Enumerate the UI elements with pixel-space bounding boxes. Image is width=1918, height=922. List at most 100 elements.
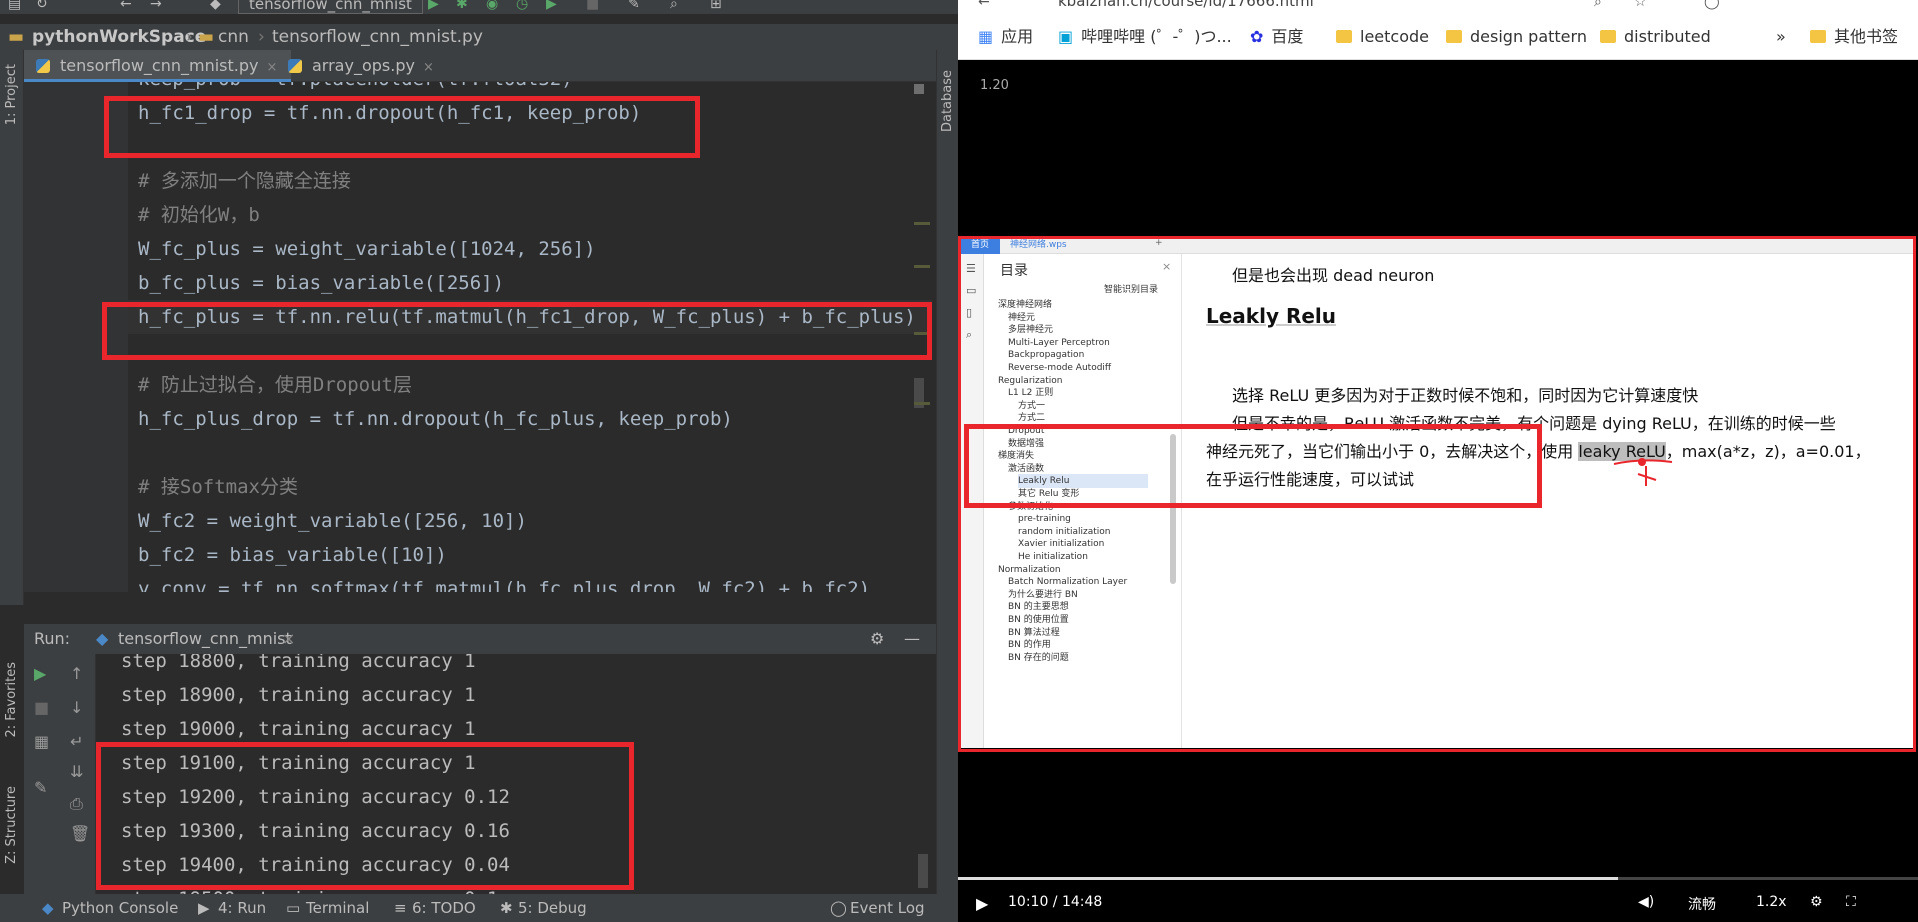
favorites-tool-button[interactable]: 2: Favorites bbox=[4, 662, 19, 738]
highlight-box bbox=[102, 302, 932, 360]
highlight-box bbox=[104, 96, 700, 158]
concurrency-icon[interactable]: ▶ bbox=[546, 0, 557, 12]
scroll-up-icon[interactable]: ↑ bbox=[70, 664, 83, 683]
star-icon[interactable]: ☆ bbox=[1634, 0, 1647, 10]
run-icon[interactable]: ▶ bbox=[428, 0, 439, 12]
minimize-icon[interactable]: — bbox=[904, 624, 920, 654]
stop-icon[interactable]: ■ bbox=[34, 698, 49, 717]
sync-icon[interactable]: ↻ bbox=[36, 0, 48, 12]
pin-icon[interactable]: ✎ bbox=[34, 778, 47, 797]
save-icon[interactable]: ▤ bbox=[8, 0, 21, 12]
print-icon[interactable]: ⎙ bbox=[70, 794, 83, 814]
bookmark-bilibili[interactable]: ▣ 哔哩哔哩 (゜-゜)つ... bbox=[1058, 26, 1232, 48]
run-side-toolbar: ▶ ■ ▦ ✎ bbox=[24, 654, 62, 894]
stop-icon[interactable]: ■ bbox=[586, 0, 599, 12]
bookmarks-overflow-button[interactable]: » bbox=[1776, 26, 1786, 48]
python-file-icon: ◆ bbox=[210, 0, 221, 12]
highlight-box bbox=[964, 424, 1542, 508]
database-tool-button[interactable]: Database bbox=[940, 70, 955, 132]
breadcrumb-separator: › bbox=[186, 27, 193, 47]
run-configuration-select[interactable]: tensorflow_cnn_mnist bbox=[238, 0, 423, 14]
close-icon: × bbox=[1162, 260, 1172, 273]
wrench-icon[interactable]: ✎ bbox=[628, 0, 640, 12]
code-line: 88# 接Softmax分类 bbox=[128, 470, 932, 504]
breadcrumb-folder[interactable]: cnn bbox=[218, 24, 249, 50]
bilibili-icon: ▣ bbox=[1058, 27, 1074, 46]
toc-icon: ☰ bbox=[966, 262, 976, 275]
python-file-icon: ◆ bbox=[96, 629, 109, 648]
close-icon[interactable]: × bbox=[282, 624, 295, 654]
video-player[interactable]: 1.20 首页 神经网络.wps + ☰ ▭ ▯ ⌕ 目录 × 智能识别目录 深… bbox=[958, 60, 1918, 922]
terminal-icon: ▭ bbox=[286, 899, 301, 917]
gear-icon[interactable]: ⚙ bbox=[870, 624, 884, 654]
close-icon[interactable]: × bbox=[423, 60, 434, 75]
search-icon: ⌕ bbox=[966, 328, 973, 341]
console-scrollbar[interactable] bbox=[918, 854, 928, 888]
debug-icon[interactable]: ✱ bbox=[456, 0, 468, 12]
back-icon[interactable]: ← bbox=[120, 0, 132, 12]
run-side-toolbar-2: ↑ ↓ ↵ ⇊ ⎙ 🗑 bbox=[62, 654, 96, 894]
back-icon[interactable]: ← bbox=[978, 0, 990, 10]
speed-button[interactable]: 1.2x bbox=[1756, 894, 1787, 910]
layout-icon[interactable]: ▦ bbox=[34, 732, 49, 751]
project-tool-button[interactable]: 1: Project bbox=[4, 64, 19, 125]
profile-icon[interactable]: ◷ bbox=[516, 0, 528, 12]
run-tool-button[interactable]: 4: Run bbox=[218, 894, 266, 922]
breadcrumb: ▬ pythonWorkSpace › ▬ cnn › tensorflow_c… bbox=[0, 24, 958, 50]
volume-icon[interactable]: ◀) bbox=[1638, 894, 1654, 910]
code-text: b_fc2 = bias_variable([10]) bbox=[138, 544, 447, 566]
fullscreen-icon[interactable]: ⛶ bbox=[1846, 894, 1856, 910]
folder-icon bbox=[1446, 30, 1462, 43]
profile-icon[interactable]: ◯ bbox=[1704, 0, 1720, 10]
search-icon[interactable]: ⌕ bbox=[1594, 0, 1602, 10]
wps-doc-tab: 神经网络.wps bbox=[1010, 240, 1067, 250]
scroll-down-icon[interactable]: ↓ bbox=[70, 698, 83, 717]
vcs-icon[interactable]: ⊞ bbox=[710, 0, 722, 12]
structure-tool-button[interactable]: Z: Structure bbox=[4, 786, 19, 864]
code-line: 85# 防止过拟合，使用Dropout层 bbox=[128, 368, 932, 402]
code-line: 87 bbox=[128, 436, 932, 470]
code-line: 81W_fc_plus = weight_variable([1024, 256… bbox=[128, 232, 932, 266]
video-time: 10:10 / 14:48 bbox=[1008, 894, 1103, 910]
highlight-box bbox=[96, 742, 634, 890]
code-line: 89W_fc2 = weight_variable([256, 10]) bbox=[128, 504, 932, 538]
video-controls: ▶ 10:10 / 14:48 ◀) 流畅 1.2x ⚙ ⛶ bbox=[958, 880, 1918, 922]
code-comment: # 防止过拟合，使用Dropout层 bbox=[138, 374, 412, 396]
python-console-button[interactable]: Python Console bbox=[62, 894, 178, 922]
bookmark-distributed[interactable]: distributed bbox=[1600, 26, 1711, 48]
event-log-icon: ◯ bbox=[830, 899, 847, 917]
search-icon[interactable]: ⌕ bbox=[670, 0, 678, 12]
trash-icon[interactable]: 🗑 bbox=[70, 824, 90, 843]
forward-icon[interactable]: → bbox=[150, 0, 162, 12]
play-icon[interactable]: ▶ bbox=[976, 894, 988, 913]
soft-wrap-icon[interactable]: ↵ bbox=[70, 732, 83, 751]
run-label: Run: bbox=[34, 629, 71, 648]
doc-heading: Leakly Relu bbox=[1206, 304, 1337, 328]
url-field[interactable]: kbaizhan.cn/course/id/17666.html bbox=[1058, 0, 1578, 10]
breadcrumb-project[interactable]: pythonWorkSpace bbox=[32, 24, 206, 50]
event-log-button[interactable]: Event Log bbox=[850, 894, 925, 922]
toc-title: 目录 bbox=[1000, 263, 1028, 279]
screen: ▤ ↻ ← → ◆ tensorflow_cnn_mnist ▶ ✱ ◉ ◷ ▶… bbox=[0, 0, 1918, 922]
scroll-to-end-icon[interactable]: ⇊ bbox=[70, 762, 83, 781]
terminal-button[interactable]: Terminal bbox=[306, 894, 369, 922]
apps-icon: ▦ bbox=[978, 27, 994, 46]
todo-button[interactable]: 6: TODO bbox=[412, 894, 476, 922]
code-line: 86h_fc_plus_drop = tf.nn.dropout(h_fc_pl… bbox=[128, 402, 932, 436]
bookmark-apps[interactable]: ▦ 应用 bbox=[978, 26, 1033, 48]
tab-tensorflow-cnn-mnist[interactable]: tensorflow_cnn_mnist.py × bbox=[24, 50, 292, 82]
debug-button[interactable]: 5: Debug bbox=[518, 894, 587, 922]
bookmark-baidu[interactable]: ✿ 百度 bbox=[1250, 26, 1303, 48]
gear-icon[interactable]: ⚙ bbox=[1810, 894, 1823, 910]
bookmark-other[interactable]: 其他书签 bbox=[1810, 26, 1898, 48]
quality-button[interactable]: 流畅 bbox=[1688, 894, 1716, 914]
console-line: step 18800, training accuracy 1 bbox=[121, 654, 476, 672]
run-config-tab[interactable]: tensorflow_cnn_mnist bbox=[118, 624, 292, 654]
bottom-tool-bar: ◆ Python Console ▶ 4: Run ▭ Terminal ≡ 6… bbox=[0, 894, 958, 922]
coverage-icon[interactable]: ◉ bbox=[486, 0, 498, 12]
tab-array-ops[interactable]: array_ops.py × bbox=[276, 50, 448, 82]
bookmark-design-pattern[interactable]: design pattern bbox=[1446, 26, 1587, 48]
rerun-icon[interactable]: ▶ bbox=[34, 664, 46, 683]
bookmark-leetcode[interactable]: leetcode bbox=[1336, 26, 1429, 48]
breadcrumb-file[interactable]: tensorflow_cnn_mnist.py bbox=[272, 24, 483, 50]
